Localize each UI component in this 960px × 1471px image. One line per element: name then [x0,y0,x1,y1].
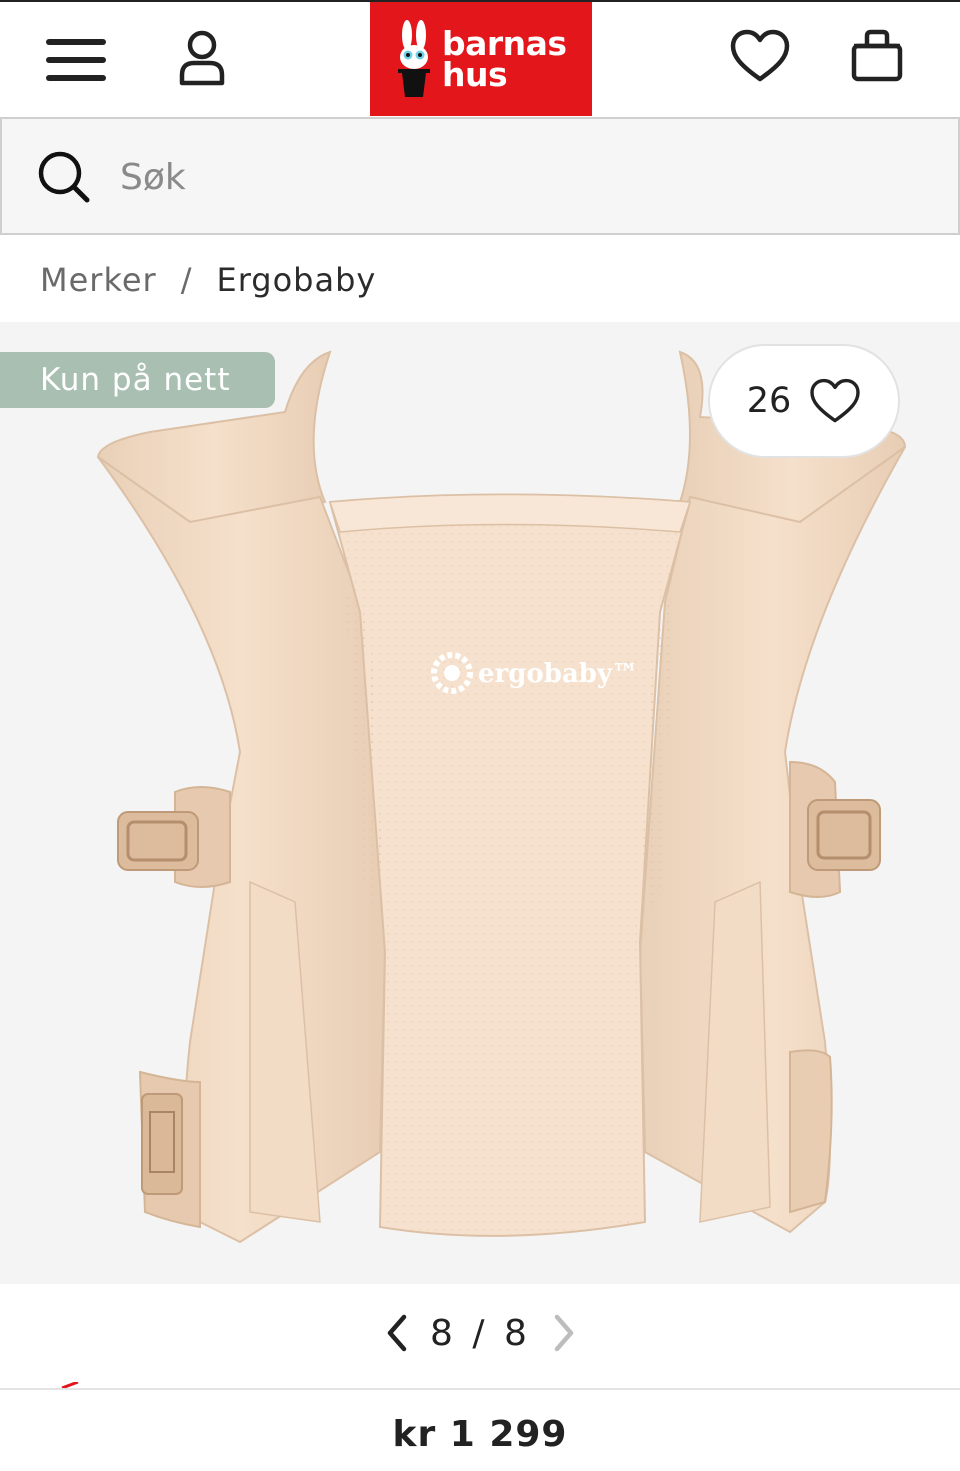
chevron-left-icon [387,1314,407,1352]
account-button[interactable] [170,22,234,94]
heart-icon [730,29,790,82]
search-input[interactable] [120,147,900,207]
image-counter: 8 / 8 [430,1313,531,1354]
previous-image-button[interactable] [380,1311,414,1355]
product-gallery[interactable]: ergobaby™ Kun på nett 26 [0,322,960,1284]
product-price: kr 1 299 [392,1414,568,1455]
online-only-badge: Kun på nett [0,352,275,408]
rabbit-hat-logo-icon [398,20,430,97]
image-pager: 8 / 8 [380,1306,581,1360]
breadcrumb-separator: / [180,261,193,299]
search-icon[interactable] [36,149,92,205]
account-icon [179,30,225,86]
logo-text: barnas hus [442,24,567,94]
cart-button[interactable] [844,20,910,90]
search-bar [0,117,960,235]
breadcrumb-item-merker[interactable]: Merker [40,261,157,299]
image-counter-separator: / [472,1312,489,1354]
favorite-button[interactable]: 26 [708,344,900,458]
menu-button[interactable] [40,32,112,88]
baby-carrier-product-image[interactable]: ergobaby™ [0,322,960,1284]
product-brand-logo-text: ergobaby™ [478,659,638,689]
breadcrumb-item-ergobaby[interactable]: Ergobaby [216,261,376,299]
wishlist-button[interactable] [726,22,794,90]
breadcrumb: Merker / Ergobaby [40,256,376,304]
shopping-bag-icon [851,29,903,82]
divider [0,1388,960,1390]
current-image-number: 8 [430,1312,457,1354]
total-image-count: 8 [503,1312,531,1354]
menu-icon [46,39,106,81]
site-logo[interactable]: barnas hus [370,2,592,116]
site-header: barnas hus [0,0,960,116]
next-image-button[interactable] [547,1311,581,1355]
chevron-right-icon [554,1314,574,1352]
favorite-count: 26 [746,381,792,421]
heart-icon [810,378,860,423]
